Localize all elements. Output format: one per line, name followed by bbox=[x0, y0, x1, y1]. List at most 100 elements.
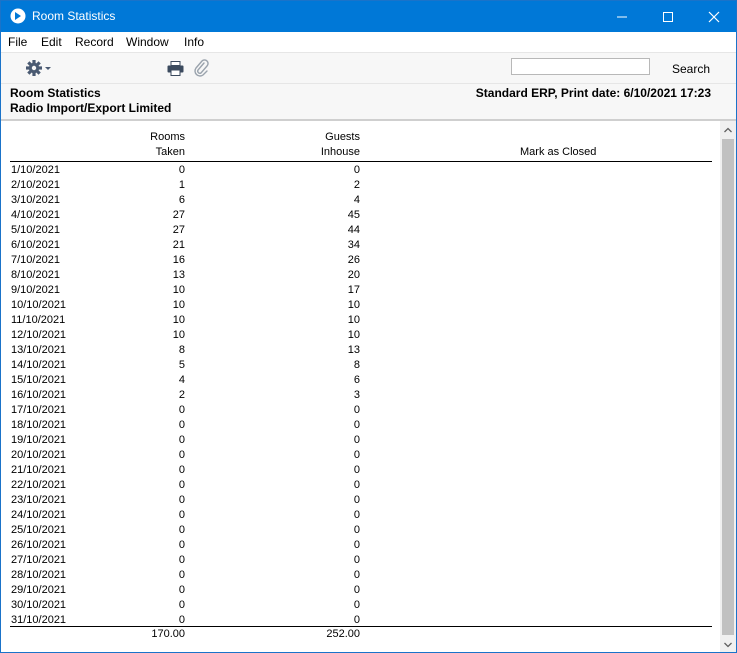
rooms-cell: 0 bbox=[178, 524, 185, 536]
guests-cell: 10 bbox=[347, 299, 360, 311]
rooms-cell: 0 bbox=[178, 494, 185, 506]
rooms-cell: 5 bbox=[178, 359, 185, 371]
gear-icon[interactable] bbox=[25, 59, 53, 77]
close-icon bbox=[708, 11, 720, 23]
table-row: 21/10/2021 0 0 bbox=[1, 464, 720, 479]
guests-cell: 4 bbox=[353, 194, 360, 206]
guests-cell: 17 bbox=[347, 284, 360, 296]
print-icon[interactable] bbox=[167, 61, 184, 76]
table-row: 8/10/2021 13 20 bbox=[1, 269, 720, 284]
rooms-cell: 0 bbox=[178, 419, 185, 431]
date-cell: 22/10/2021 bbox=[11, 479, 67, 491]
scroll-down-icon[interactable] bbox=[720, 637, 736, 652]
table-row: 24/10/2021 0 0 bbox=[1, 509, 720, 524]
table-row: 4/10/2021 27 45 bbox=[1, 209, 720, 224]
guests-cell: 20 bbox=[347, 269, 360, 281]
guests-cell: 0 bbox=[353, 479, 360, 491]
table-row: 1/10/2021 0 0 bbox=[1, 164, 720, 179]
menu-file[interactable]: File bbox=[8, 35, 27, 49]
rooms-cell: 13 bbox=[172, 269, 185, 281]
report-header: Room Statistics Radio Import/Export Limi… bbox=[1, 83, 736, 120]
date-cell: 31/10/2021 bbox=[11, 614, 67, 626]
guests-cell: 0 bbox=[353, 434, 360, 446]
minimize-button[interactable] bbox=[599, 1, 645, 32]
menu-info[interactable]: Info bbox=[184, 35, 204, 49]
table-row: 3/10/2021 6 4 bbox=[1, 194, 720, 209]
date-cell: 26/10/2021 bbox=[11, 539, 67, 551]
rooms-cell: 16 bbox=[172, 254, 185, 266]
table-row: 5/10/2021 27 44 bbox=[1, 224, 720, 239]
date-cell: 27/10/2021 bbox=[11, 554, 67, 566]
date-cell: 23/10/2021 bbox=[11, 494, 67, 506]
guests-cell: 0 bbox=[353, 614, 360, 626]
table-row: 29/10/2021 0 0 bbox=[1, 584, 720, 599]
guests-cell: 2 bbox=[353, 179, 360, 191]
rooms-cell: 21 bbox=[172, 239, 185, 251]
report-window: Room Statistics File Edit Record Window … bbox=[0, 0, 737, 653]
date-cell: 1/10/2021 bbox=[11, 164, 60, 176]
search-input[interactable] bbox=[511, 58, 650, 75]
rooms-header-line1: Rooms bbox=[150, 131, 185, 143]
rooms-cell: 27 bbox=[172, 209, 185, 221]
table-row: 14/10/2021 5 8 bbox=[1, 359, 720, 374]
guests-cell: 13 bbox=[347, 344, 360, 356]
close-button[interactable] bbox=[691, 1, 736, 32]
date-cell: 7/10/2021 bbox=[11, 254, 60, 266]
date-cell: 5/10/2021 bbox=[11, 224, 60, 236]
date-cell: 17/10/2021 bbox=[11, 404, 67, 416]
rooms-cell: 27 bbox=[172, 224, 185, 236]
table-row: 6/10/2021 21 34 bbox=[1, 239, 720, 254]
guests-cell: 3 bbox=[353, 389, 360, 401]
date-cell: 9/10/2021 bbox=[11, 284, 60, 296]
date-cell: 10/10/2021 bbox=[11, 299, 67, 311]
table-row: 15/10/2021 4 6 bbox=[1, 374, 720, 389]
date-cell: 28/10/2021 bbox=[11, 569, 67, 581]
rooms-cell: 0 bbox=[178, 464, 185, 476]
scroll-thumb[interactable] bbox=[722, 139, 734, 635]
window-title: Room Statistics bbox=[32, 9, 116, 23]
rooms-cell: 0 bbox=[178, 554, 185, 566]
date-cell: 16/10/2021 bbox=[11, 389, 67, 401]
guests-cell: 0 bbox=[353, 164, 360, 176]
rooms-cell: 10 bbox=[172, 284, 185, 296]
maximize-button[interactable] bbox=[645, 1, 691, 32]
table-row: 26/10/2021 0 0 bbox=[1, 539, 720, 554]
table-row: 2/10/2021 1 2 bbox=[1, 179, 720, 194]
menu-bar: File Edit Record Window Info bbox=[1, 32, 736, 52]
mark-closed-header: Mark as Closed bbox=[520, 146, 597, 158]
guests-cell: 6 bbox=[353, 374, 360, 386]
guests-cell: 0 bbox=[353, 584, 360, 596]
search-button[interactable]: Search bbox=[672, 62, 710, 76]
guests-cell: 0 bbox=[353, 449, 360, 461]
rooms-cell: 6 bbox=[178, 194, 185, 206]
title-bar[interactable]: Room Statistics bbox=[1, 1, 736, 32]
date-cell: 24/10/2021 bbox=[11, 509, 67, 521]
guests-cell: 10 bbox=[347, 329, 360, 341]
print-info: Standard ERP, Print date: 6/10/2021 17:2… bbox=[475, 86, 711, 100]
table-row: 13/10/2021 8 13 bbox=[1, 344, 720, 359]
rooms-cell: 8 bbox=[178, 344, 185, 356]
guests-cell: 10 bbox=[347, 314, 360, 326]
report-body: Rooms Taken Guests Inhouse Mark as Close… bbox=[1, 121, 720, 652]
toolbar: Search bbox=[1, 52, 736, 84]
table-row: 22/10/2021 0 0 bbox=[1, 479, 720, 494]
table-row: 16/10/2021 2 3 bbox=[1, 389, 720, 404]
guests-cell: 44 bbox=[347, 224, 360, 236]
menu-window[interactable]: Window bbox=[126, 35, 169, 49]
table-row: 9/10/2021 10 17 bbox=[1, 284, 720, 299]
menu-record[interactable]: Record bbox=[75, 35, 114, 49]
date-cell: 20/10/2021 bbox=[11, 449, 67, 461]
menu-edit[interactable]: Edit bbox=[41, 35, 62, 49]
guests-cell: 0 bbox=[353, 509, 360, 521]
table-row: 18/10/2021 0 0 bbox=[1, 419, 720, 434]
rooms-cell: 0 bbox=[178, 479, 185, 491]
rooms-cell: 0 bbox=[178, 509, 185, 521]
scroll-up-icon[interactable] bbox=[720, 123, 736, 138]
vertical-scrollbar[interactable] bbox=[720, 121, 736, 652]
header-rule bbox=[10, 161, 712, 162]
report-name: Room Statistics bbox=[10, 86, 101, 100]
guests-cell: 45 bbox=[347, 209, 360, 221]
company-name: Radio Import/Export Limited bbox=[10, 101, 172, 115]
paperclip-icon[interactable] bbox=[193, 59, 209, 77]
table-row: 27/10/2021 0 0 bbox=[1, 554, 720, 569]
